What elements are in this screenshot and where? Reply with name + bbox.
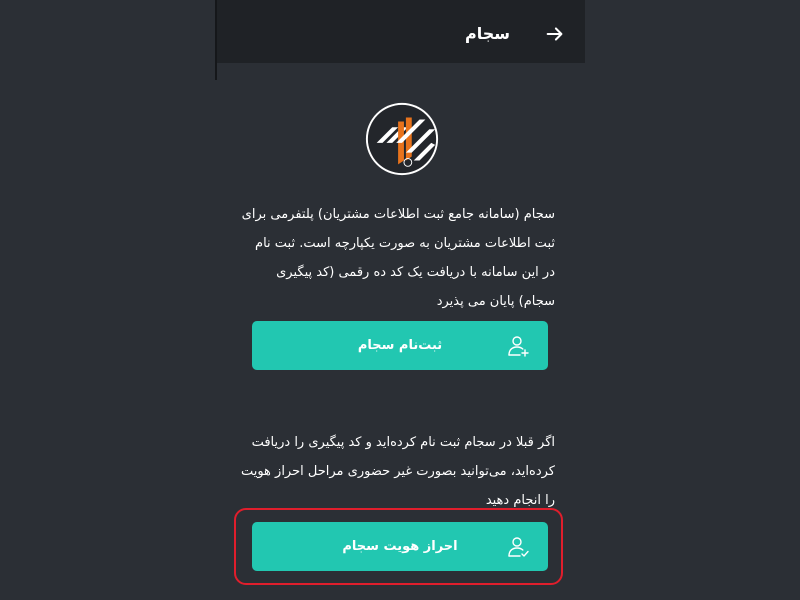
user-add-icon — [508, 336, 529, 357]
page-title: سجام — [465, 24, 510, 43]
app-screen: سجام سجام (سامانه جامع ثبت اطلاعات مشتری… — [0, 0, 800, 600]
sejam-logo — [365, 102, 439, 176]
info-line: اگر قبلا در سجام ثبت نام کرده‌اید و کد پ… — [251, 435, 555, 450]
verify-button-label: احراز هویت سجام — [342, 539, 458, 554]
intro-line: سجام (سامانه جامع ثبت اطلاعات مشتریان) پ… — [241, 207, 555, 222]
intro-line: سجام) پایان می پذیرد — [436, 294, 555, 309]
info-text: اگر قبلا در سجام ثبت نام کرده‌اید و کد پ… — [225, 428, 555, 515]
register-button[interactable]: ثبت‌نام سجام — [252, 321, 548, 370]
arrow-right-icon — [546, 27, 563, 41]
register-button-label: ثبت‌نام سجام — [357, 338, 443, 353]
intro-line: در این سامانه با دریافت یک کد ده رقمی (ک… — [276, 265, 555, 280]
intro-line: ثبت اطلاعات مشتریان به صورت یکپارچه است.… — [255, 236, 555, 251]
info-line: کرده‌اید، می‌توانید بصورت غیر حضوری مراح… — [240, 464, 555, 479]
header-edge — [215, 0, 217, 80]
intro-text: سجام (سامانه جامع ثبت اطلاعات مشتریان) پ… — [225, 200, 555, 316]
user-check-icon — [508, 537, 529, 557]
verify-button[interactable]: احراز هویت سجام — [252, 522, 548, 571]
app-header: سجام — [215, 0, 585, 63]
back-button[interactable] — [539, 18, 571, 50]
